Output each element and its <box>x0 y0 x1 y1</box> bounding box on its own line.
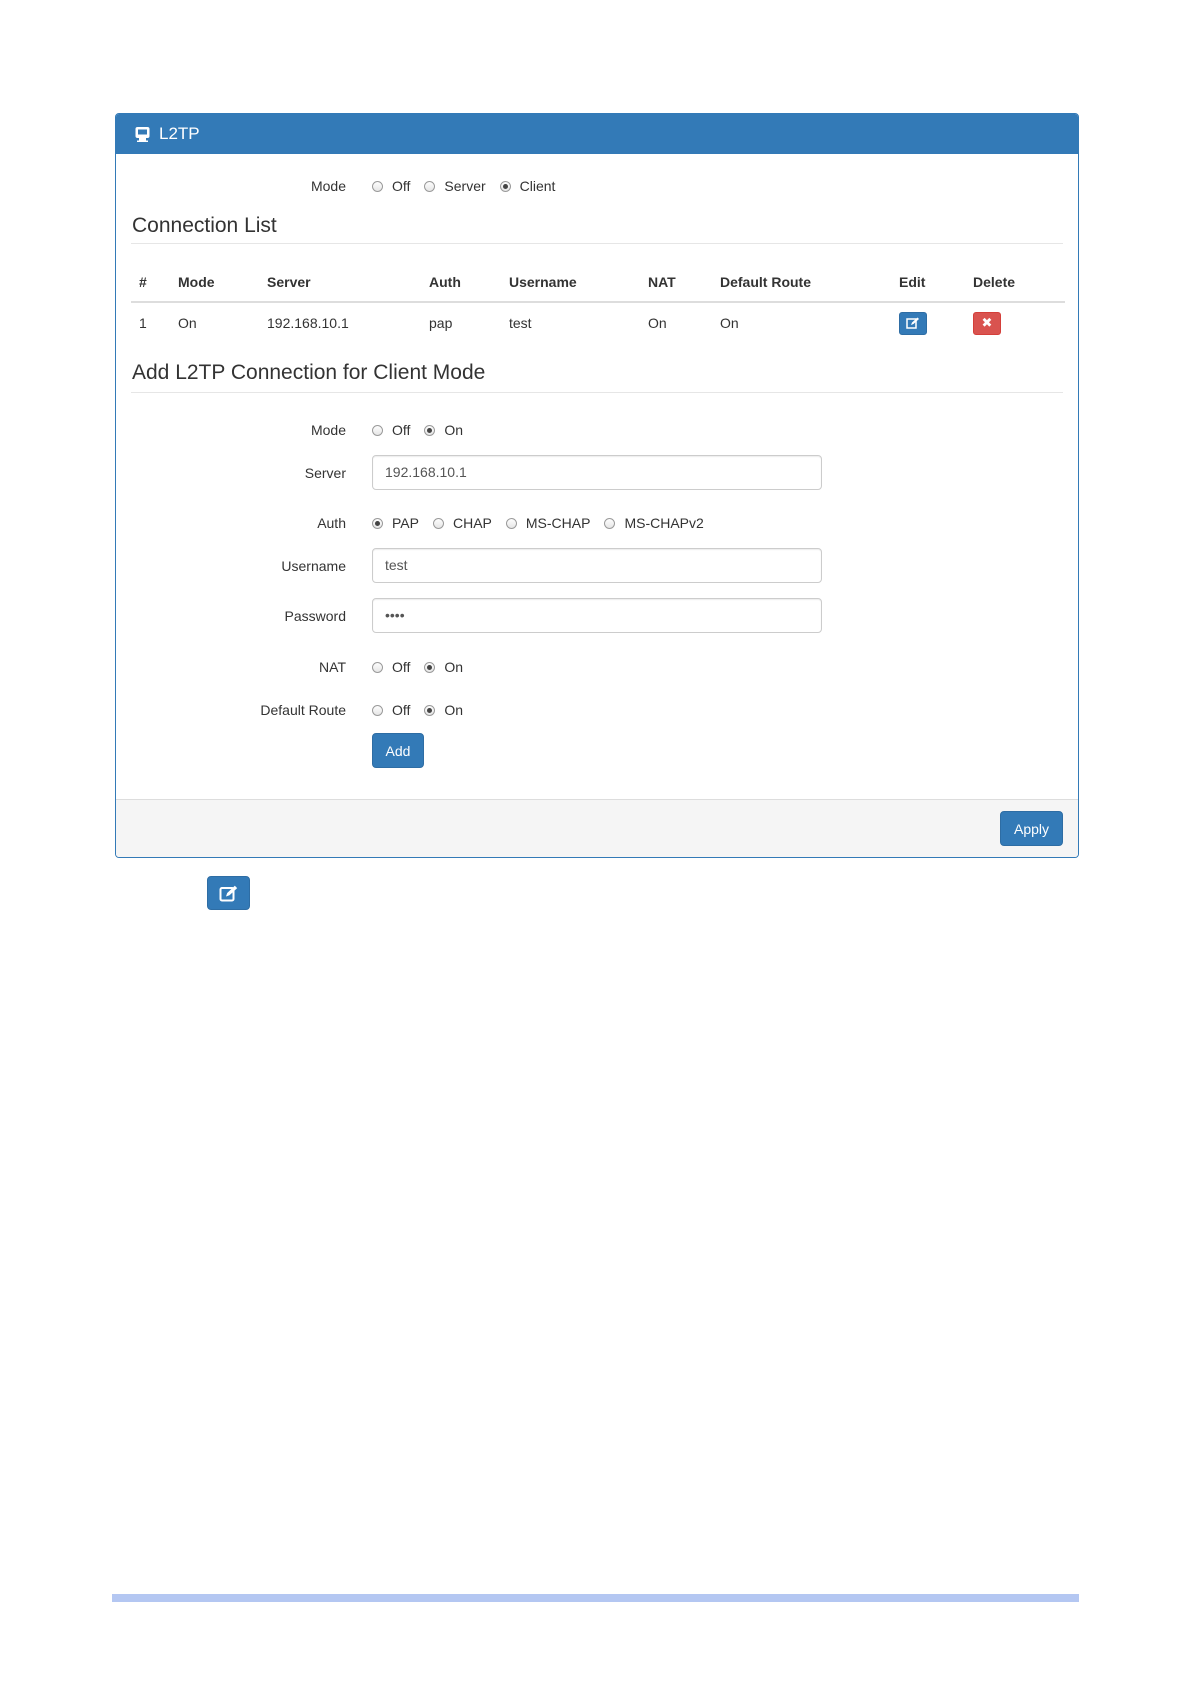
cell-mode: On <box>178 315 197 331</box>
column-header-delete: Delete <box>965 262 1065 303</box>
form-mode-label: Mode <box>310 422 346 438</box>
table-row: 1 On 192.168.10.1 pap test On On ✖ <box>131 302 1065 343</box>
password-label: Password <box>284 608 346 624</box>
nat-off-radio[interactable]: Off <box>372 659 410 675</box>
page-footer-bar <box>112 1594 1079 1602</box>
username-input[interactable]: test <box>372 548 822 583</box>
default-route-label: Default Route <box>260 702 346 718</box>
divider <box>131 392 1063 393</box>
default-route-radio-group: Off On <box>372 702 477 718</box>
mode-off-radio[interactable]: Off <box>372 178 410 194</box>
edit-button[interactable] <box>899 311 927 335</box>
cell-nat: On <box>648 315 667 331</box>
radio-dot[interactable] <box>424 704 436 716</box>
auth-radio-group: PAP CHAP MS-CHAP MS-CHAPv2 <box>372 515 718 531</box>
add-button[interactable]: Add <box>372 733 424 768</box>
edit-icon <box>906 317 919 329</box>
column-header-server: Server <box>259 262 421 303</box>
cell-edit <box>891 302 965 343</box>
nat-label: NAT <box>319 659 346 675</box>
radio-dot[interactable] <box>372 661 383 673</box>
radio-dot[interactable] <box>372 517 383 529</box>
apply-button[interactable]: Apply <box>1000 811 1063 846</box>
connection-list-heading: Connection List <box>132 214 277 237</box>
cell-server: 192.168.10.1 <box>267 315 349 331</box>
nat-on-radio[interactable]: On <box>424 659 463 675</box>
radio-dot[interactable] <box>372 704 383 716</box>
edit-button-standalone[interactable] <box>207 876 250 910</box>
close-icon: ✖ <box>981 315 993 330</box>
password-input[interactable]: •••• <box>372 598 822 633</box>
radio-dot[interactable] <box>604 517 616 529</box>
auth-pap-radio[interactable]: PAP <box>372 515 419 531</box>
server-label: Server <box>304 465 346 481</box>
column-header-default-route: Default Route <box>712 262 891 303</box>
delete-button[interactable]: ✖ <box>973 311 1001 335</box>
column-header-num: # <box>131 262 170 303</box>
auth-mschapv2-radio[interactable]: MS-CHAPv2 <box>604 515 704 531</box>
form-mode-on-radio[interactable]: On <box>424 422 463 438</box>
mode-server-radio[interactable]: Server <box>424 178 486 194</box>
radio-dot[interactable] <box>432 517 444 529</box>
cell-default-route: On <box>720 315 739 331</box>
table-header-row: # Mode Server Auth Username NAT Default … <box>131 262 1065 303</box>
radio-dot[interactable] <box>424 180 436 192</box>
mode-label: Mode <box>310 178 346 194</box>
monitor-icon <box>134 126 151 143</box>
radio-dot[interactable] <box>505 517 517 529</box>
panel-title: L2TP <box>159 124 200 143</box>
cell-num: 1 <box>139 315 147 331</box>
connection-table: # Mode Server Auth Username NAT Default … <box>131 262 1065 343</box>
divider <box>131 243 1063 244</box>
auth-chap-radio[interactable]: CHAP <box>432 515 492 531</box>
radio-dot[interactable] <box>372 180 383 192</box>
column-header-username: Username <box>501 262 640 303</box>
radio-dot[interactable] <box>424 661 436 673</box>
add-connection-heading: Add L2TP Connection for Client Mode <box>132 361 486 384</box>
cell-username: test <box>509 315 532 331</box>
server-input[interactable]: 192.168.10.1 <box>372 455 822 490</box>
l2tp-panel: L2TP Mode Off Server Client Connection L… <box>115 113 1079 858</box>
edit-icon <box>219 885 237 901</box>
panel-heading: L2TP <box>116 114 1078 154</box>
default-route-on-radio[interactable]: On <box>424 702 463 718</box>
column-header-nat: NAT <box>640 262 712 303</box>
column-header-edit: Edit <box>891 262 965 303</box>
auth-mschap-radio[interactable]: MS-CHAP <box>505 515 590 531</box>
username-label: Username <box>281 558 346 574</box>
radio-dot[interactable] <box>424 424 436 436</box>
panel-footer: Apply <box>116 799 1078 857</box>
radio-dot[interactable] <box>499 180 511 192</box>
form-mode-radio-group: Off On <box>372 422 477 438</box>
mode-client-radio[interactable]: Client <box>499 178 555 194</box>
column-header-auth: Auth <box>421 262 501 303</box>
auth-label: Auth <box>317 515 346 531</box>
cell-auth: pap <box>429 315 453 331</box>
cell-delete: ✖ <box>965 302 1065 343</box>
nat-radio-group: Off On <box>372 659 477 675</box>
column-header-mode: Mode <box>170 262 259 303</box>
form-mode-off-radio[interactable]: Off <box>372 422 410 438</box>
radio-dot[interactable] <box>372 424 383 436</box>
mode-radio-group: Off Server Client <box>372 178 569 194</box>
default-route-off-radio[interactable]: Off <box>372 702 410 718</box>
